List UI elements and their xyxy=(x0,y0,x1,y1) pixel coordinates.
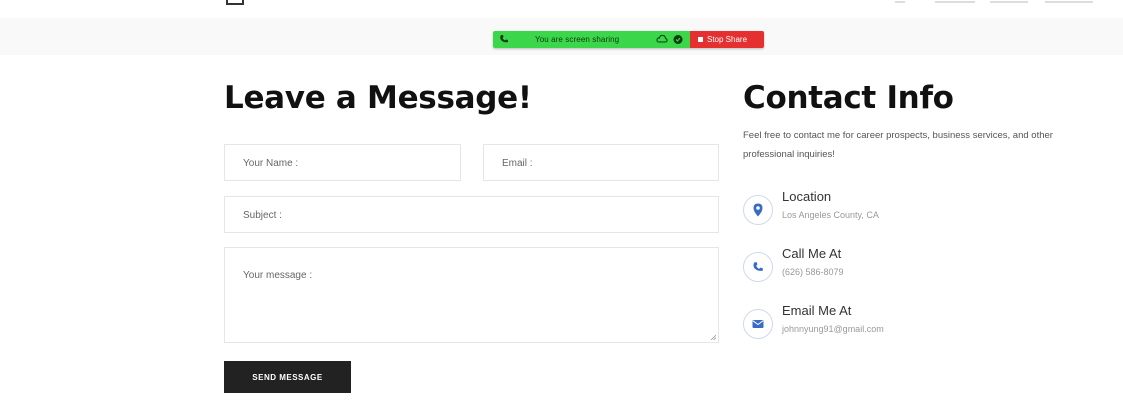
shield-icon xyxy=(673,35,683,44)
phone-icon xyxy=(500,35,508,43)
screen-share-status: You are screen sharing xyxy=(493,31,690,48)
email-field[interactable]: Email : xyxy=(483,144,719,181)
email-placeholder: Email : xyxy=(502,158,533,169)
envelope-icon xyxy=(743,309,773,339)
message-field[interactable]: Your message : xyxy=(224,247,719,343)
phone-value: (626) 586-8079 xyxy=(782,267,844,277)
contact-description: Feel free to contact me for career prosp… xyxy=(743,130,1053,160)
screen-share-message: You are screen sharing xyxy=(535,35,620,44)
nav-link[interactable] xyxy=(1045,1,1093,3)
subject-placeholder: Subject : xyxy=(243,210,282,221)
location-label: Location xyxy=(782,189,832,204)
nav-link[interactable] xyxy=(935,1,975,3)
cloud-icon xyxy=(656,34,668,43)
site-header xyxy=(0,0,1123,18)
phone-label: Call Me At xyxy=(782,246,842,261)
nav-link[interactable] xyxy=(990,1,1028,3)
stop-share-button[interactable]: Stop Share xyxy=(690,31,764,48)
stop-share-label: Stop Share xyxy=(707,35,748,44)
location-pin-icon xyxy=(743,195,773,225)
resize-handle-icon[interactable] xyxy=(710,334,716,340)
site-logo[interactable] xyxy=(226,0,244,5)
email-label: Email Me At xyxy=(782,303,852,318)
email-value: johnnyung91@gmail.com xyxy=(782,324,884,334)
form-title: Leave a Message! xyxy=(224,80,532,116)
stop-icon xyxy=(698,37,703,42)
name-field[interactable]: Your Name : xyxy=(224,144,461,181)
screen-share-bar: You are screen sharing Stop Share xyxy=(493,31,764,48)
nav-link[interactable] xyxy=(895,1,905,3)
phone-icon xyxy=(743,252,773,282)
location-value: Los Angeles County, CA xyxy=(782,210,879,220)
name-placeholder: Your Name : xyxy=(243,158,299,169)
subject-field[interactable]: Subject : xyxy=(224,196,719,233)
send-message-button[interactable]: SEND MESSAGE xyxy=(224,361,351,393)
message-placeholder: Your message : xyxy=(243,270,313,281)
contact-title: Contact Info xyxy=(743,80,954,116)
